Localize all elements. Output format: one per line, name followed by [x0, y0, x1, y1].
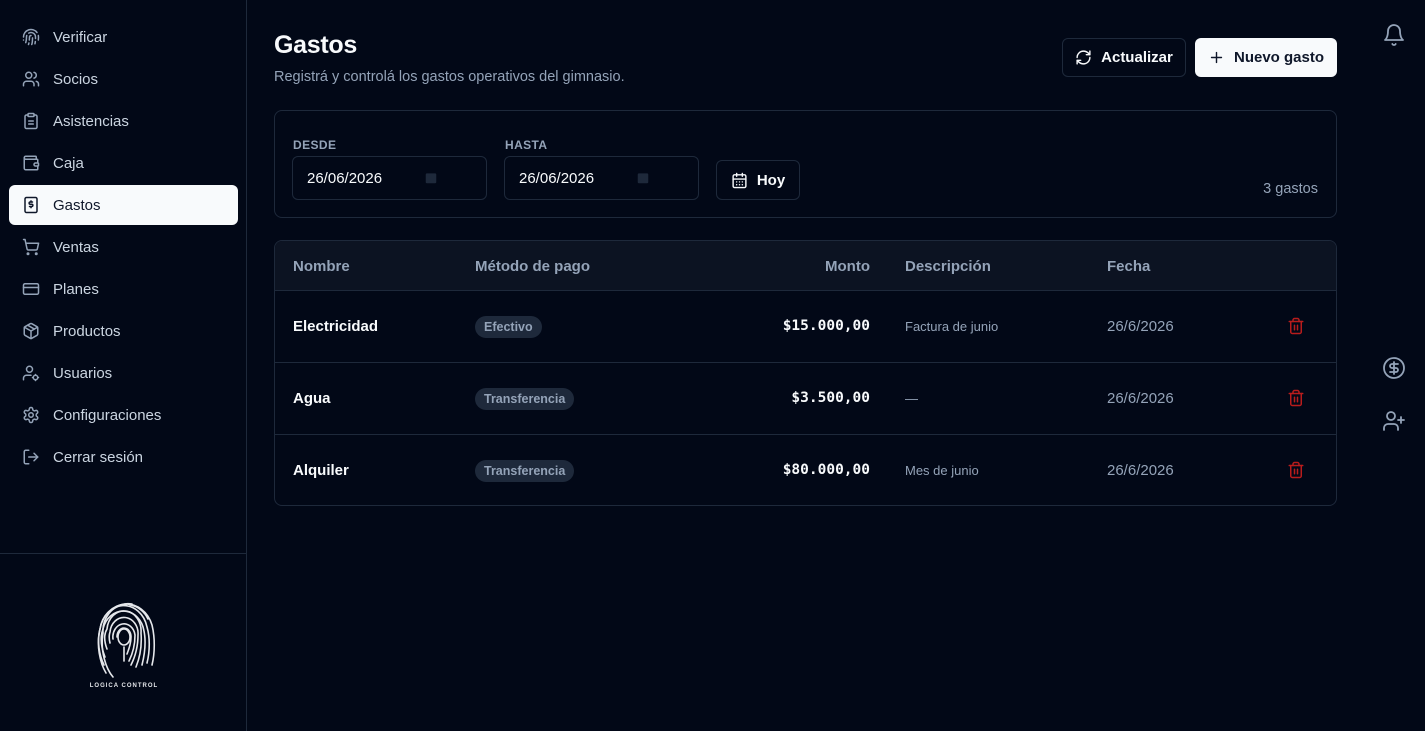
sidebar-item-productos[interactable]: Productos: [9, 311, 238, 351]
logo: LOGICA CONTROL: [86, 593, 162, 689]
expense-name: Electricidad: [293, 318, 379, 335]
sidebar-item-usuarios[interactable]: Usuarios: [9, 353, 238, 393]
logout-icon: [23, 449, 39, 465]
trash-icon[interactable]: [1287, 317, 1305, 335]
sidebar-item-label: Productos: [53, 322, 121, 340]
table-row: Alquiler Transferencia $80.000,00 Mes de…: [275, 435, 1336, 505]
logo-text: LOGICA CONTROL: [89, 683, 159, 689]
fingerprint-icon: [22, 28, 40, 46]
to-label: HASTA: [505, 138, 548, 152]
sidebar-divider: [0, 553, 246, 554]
to-date-input[interactable]: 26/06/2026: [504, 156, 699, 200]
sidebar-item-label: Ventas: [53, 238, 99, 256]
expense-name: Agua: [293, 390, 331, 407]
to-date-value: 26/06/2026: [519, 169, 595, 187]
expenses-table: Nombre Método de pago Monto Descripción …: [274, 240, 1337, 506]
payment-method-badge: Transferencia: [475, 388, 575, 410]
users-icon: [22, 71, 40, 87]
expense-amount: $15.000,00: [782, 318, 870, 334]
plus-icon: [1210, 51, 1223, 64]
sidebar-item-verificar[interactable]: Verificar: [9, 17, 238, 57]
credit-card-icon: [22, 283, 40, 295]
sidebar-item-label: Verificar: [53, 28, 108, 46]
sidebar-item-label: Caja: [53, 154, 84, 172]
page-subtitle: Registrá y controlá los gastos operativo…: [274, 69, 625, 85]
sidebar-item-label: Socios: [53, 70, 99, 88]
expense-amount: $80.000,00: [782, 462, 870, 478]
expense-date: 26/6/2026: [1107, 318, 1174, 335]
column-header-monto[interactable]: Monto: [825, 258, 870, 275]
fingerprint-logo-icon: [97, 602, 156, 678]
calendar-picker-icon[interactable]: [636, 171, 650, 185]
sidebar-item-caja[interactable]: Caja: [9, 143, 238, 183]
cart-icon: [22, 238, 40, 256]
user-cog-icon: [22, 365, 40, 382]
column-header-fecha[interactable]: Fecha: [1107, 258, 1150, 275]
trash-icon[interactable]: [1287, 461, 1305, 479]
payment-method-badge: Efectivo: [475, 316, 542, 338]
column-header-nombre[interactable]: Nombre: [293, 258, 350, 275]
expense-name: Alquiler: [293, 462, 349, 479]
trash-icon[interactable]: [1287, 389, 1305, 407]
column-header-metodo[interactable]: Método de pago: [475, 258, 590, 275]
sidebar-item-ventas[interactable]: Ventas: [9, 227, 238, 267]
from-date-input[interactable]: 26/06/2026: [292, 156, 487, 200]
today-button[interactable]: Hoy: [716, 160, 800, 200]
page-title: Gastos: [274, 31, 357, 59]
filters-card: DESDE 26/06/2026 HASTA 26/06/2026 Hoy 3 …: [274, 110, 1337, 218]
sidebar-item-label: Usuarios: [53, 364, 113, 382]
sidebar-item-socios[interactable]: Socios: [9, 59, 238, 99]
from-label: DESDE: [293, 138, 337, 152]
bell-icon[interactable]: [1382, 23, 1406, 47]
sidebar-item-cerrar-sesion[interactable]: Cerrar sesión: [9, 437, 238, 477]
new-expense-button[interactable]: Nuevo gasto: [1195, 38, 1337, 77]
expense-description: Factura de junio: [905, 319, 999, 334]
today-button-label: Hoy: [756, 171, 786, 189]
sidebar-item-label: Planes: [53, 280, 99, 298]
dollar-circle-icon[interactable]: [1382, 356, 1406, 380]
sidebar-item-planes[interactable]: Planes: [9, 269, 238, 309]
sidebar-item-configuraciones[interactable]: Configuraciones: [9, 395, 238, 435]
sidebar: Verificar Socios Asistencias Caja Gastos…: [0, 0, 247, 731]
column-header-descripcion[interactable]: Descripción: [905, 258, 991, 275]
payment-method-badge: Transferencia: [475, 460, 575, 482]
sidebar-item-label: Gastos: [53, 196, 101, 214]
table-row: Electricidad Efectivo $15.000,00 Factura…: [275, 291, 1336, 363]
user-plus-icon[interactable]: [1382, 409, 1406, 433]
clipboard-icon: [24, 112, 38, 130]
package-icon: [23, 322, 39, 340]
table-row: Agua Transferencia $3.500,00 — 26/6/2026: [275, 363, 1336, 435]
expense-amount: $3.500,00: [791, 390, 870, 406]
expense-description: —: [905, 391, 918, 406]
from-date-value: 26/06/2026: [307, 169, 383, 187]
calendar-icon: [732, 172, 747, 188]
sidebar-nav: Verificar Socios Asistencias Caja Gastos…: [9, 17, 238, 479]
sidebar-item-label: Configuraciones: [53, 406, 162, 424]
refresh-button[interactable]: Actualizar: [1062, 38, 1186, 77]
sidebar-item-gastos[interactable]: Gastos: [9, 185, 238, 225]
new-expense-button-label: Nuevo gasto: [1233, 49, 1324, 66]
refresh-button-label: Actualizar: [1101, 49, 1173, 66]
table-header: Nombre Método de pago Monto Descripción …: [275, 241, 1336, 291]
sidebar-item-label: Asistencias: [53, 112, 129, 130]
receipt-icon: [24, 196, 38, 214]
expense-count: 3 gastos: [1263, 181, 1318, 197]
calendar-picker-icon[interactable]: [424, 171, 438, 185]
expense-description: Mes de junio: [905, 463, 979, 478]
sidebar-item-asistencias[interactable]: Asistencias: [9, 101, 238, 141]
expense-date: 26/6/2026: [1107, 462, 1174, 479]
wallet-icon: [23, 155, 40, 171]
sidebar-item-label: Cerrar sesión: [53, 448, 144, 466]
refresh-icon: [1076, 50, 1091, 65]
expense-date: 26/6/2026: [1107, 390, 1174, 407]
gear-icon: [23, 406, 39, 424]
